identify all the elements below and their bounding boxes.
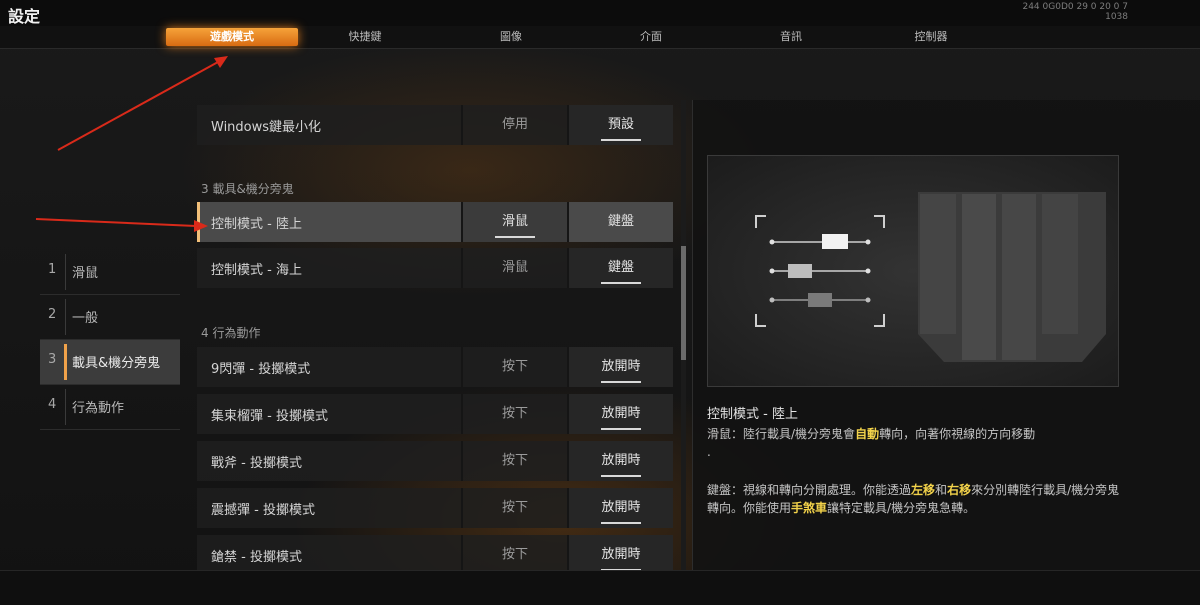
arrow-to-gameplay-tab [57, 61, 219, 151]
annotation-arrows [35, 56, 228, 232]
arrow-head-icon [194, 220, 208, 232]
arrow-to-land-control [35, 218, 197, 227]
